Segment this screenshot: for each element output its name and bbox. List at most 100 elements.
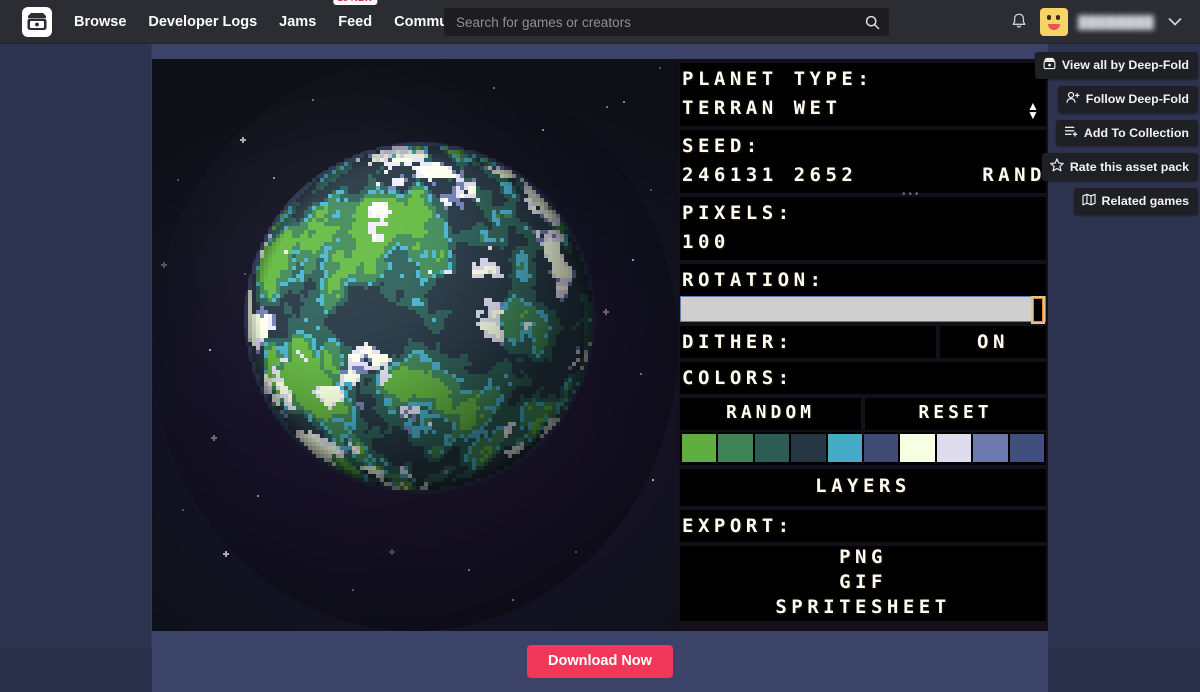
- color-swatch-9[interactable]: [1009, 434, 1045, 462]
- planet-sprite: [244, 142, 596, 494]
- top-navigation-bar: Browse Developer Logs Jams 16 NEW Feed C…: [0, 0, 1200, 44]
- colors-reset-label: RESET: [918, 402, 993, 423]
- star: [312, 99, 314, 101]
- color-swatch-8[interactable]: [973, 434, 1008, 462]
- nav-link-feed[interactable]: 16 NEW Feed: [333, 0, 377, 44]
- nav-link-feed-label: Feed: [338, 13, 373, 30]
- star: [240, 137, 246, 143]
- planet-type-section: PLANET TYPE: TERRAN WET ▲ ▼: [680, 63, 1046, 126]
- color-swatch-5[interactable]: [864, 434, 899, 462]
- pixels-label: PIXELS:: [682, 202, 794, 224]
- asset-action-buttons: View all by Deep-Fold Follow Deep-Fold A…: [1034, 52, 1198, 215]
- dither-label-box: DITHER:: [680, 326, 936, 358]
- star: [575, 551, 577, 553]
- color-swatch-1[interactable]: [718, 434, 753, 462]
- download-now-button[interactable]: Download Now: [527, 645, 673, 678]
- star: [244, 273, 246, 275]
- embed-top-strip: [152, 44, 1048, 59]
- colors-buttons: RANDOM RESET: [680, 398, 1046, 430]
- view-all-by-author-label: View all by Deep-Fold: [1061, 58, 1189, 72]
- star: [177, 179, 179, 181]
- planet-type-value: TERRAN WET: [682, 97, 842, 119]
- star: [257, 495, 259, 497]
- layers-label: LAYERS: [815, 475, 911, 497]
- feed-new-badge: 16 NEW: [333, 0, 377, 5]
- color-swatch-7[interactable]: [936, 434, 972, 462]
- seed-value[interactable]: 246131 2652: [680, 162, 980, 193]
- dither-label: DITHER:: [682, 331, 794, 353]
- star: [542, 129, 544, 131]
- section-dots: •••: [902, 189, 922, 200]
- search-bar[interactable]: [444, 8, 889, 36]
- star: [161, 262, 167, 268]
- left-gutter: [0, 44, 152, 648]
- star: [650, 189, 652, 191]
- star: [623, 101, 625, 103]
- star: [223, 551, 229, 557]
- rotation-slider-handle[interactable]: [1031, 296, 1045, 324]
- dither-value: ON: [977, 330, 1009, 353]
- nav-link-browse-label: Browse: [74, 13, 127, 30]
- follow-author-button[interactable]: Follow Deep-Fold: [1057, 86, 1198, 113]
- star: [640, 373, 642, 375]
- planet-preview-canvas[interactable]: [152, 59, 678, 631]
- color-swatch-0[interactable]: [682, 434, 717, 462]
- colors-reset-button[interactable]: RESET: [865, 398, 1046, 430]
- star: [352, 589, 354, 591]
- export-spritesheet-label: SPRITESHEET: [775, 596, 951, 618]
- pixels-value[interactable]: 100: [680, 229, 1046, 260]
- username-label[interactable]: ████████: [1078, 15, 1154, 30]
- avatar[interactable]: [1039, 8, 1068, 36]
- star: [606, 106, 608, 108]
- colors-label: COLORS:: [682, 367, 794, 389]
- export-gif-button[interactable]: GIF: [680, 571, 1046, 596]
- rotation-slider[interactable]: [680, 296, 1046, 324]
- layers-button[interactable]: LAYERS: [680, 469, 1046, 506]
- colors-section: COLORS:: [680, 362, 1046, 394]
- related-games-button[interactable]: Related games: [1073, 188, 1198, 215]
- storefront-icon: [1043, 57, 1056, 73]
- add-to-collection-button[interactable]: Add To Collection: [1055, 120, 1198, 146]
- export-label: EXPORT:: [682, 515, 794, 537]
- color-swatch-4[interactable]: [827, 434, 863, 462]
- planet-generator-embed[interactable]: PLANET TYPE: TERRAN WET ▲ ▼ SEED: 246131 …: [152, 59, 1048, 631]
- page-body: View all by Deep-Fold Follow Deep-Fold A…: [0, 44, 1200, 692]
- search-icon[interactable]: [855, 8, 889, 36]
- color-swatch-3[interactable]: [791, 434, 826, 462]
- star: [209, 349, 211, 351]
- color-swatch-row: [680, 432, 1046, 465]
- nav-link-developer-logs[interactable]: Developer Logs: [148, 0, 257, 44]
- follow-author-label: Follow Deep-Fold: [1085, 92, 1189, 106]
- star: [512, 599, 514, 601]
- nav-link-jams-label: Jams: [279, 13, 317, 30]
- star: [603, 309, 609, 315]
- nav-link-jams[interactable]: Jams: [279, 0, 316, 44]
- bell-icon[interactable]: [1008, 11, 1030, 33]
- rate-asset-pack-button[interactable]: Rate this asset pack: [1041, 153, 1198, 181]
- star-icon: [1050, 158, 1064, 175]
- nav-link-developer-logs-label: Developer Logs: [148, 13, 258, 30]
- chevron-down-icon[interactable]: [1164, 13, 1186, 31]
- user-plus-icon: [1066, 91, 1080, 107]
- dither-toggle[interactable]: ON: [940, 326, 1046, 358]
- colors-random-button[interactable]: RANDOM: [680, 398, 861, 430]
- list-plus-icon: [1064, 125, 1078, 140]
- star: [468, 569, 470, 571]
- seed-section: SEED: 246131 2652 RAND: [680, 130, 1046, 193]
- nav-link-browse[interactable]: Browse: [74, 0, 126, 44]
- colors-random-label: RANDOM: [725, 402, 816, 423]
- star: [273, 177, 275, 179]
- star: [652, 479, 654, 481]
- view-all-by-author-button[interactable]: View all by Deep-Fold: [1034, 52, 1198, 79]
- export-png-label: PNG: [839, 546, 887, 568]
- export-spritesheet-button[interactable]: SPRITESHEET: [680, 596, 1046, 621]
- color-swatch-2[interactable]: [754, 434, 790, 462]
- planet-type-select[interactable]: TERRAN WET ▲ ▼: [680, 95, 1046, 126]
- color-swatch-6[interactable]: [900, 434, 935, 462]
- export-png-button[interactable]: PNG: [680, 546, 1046, 571]
- rotation-label: ROTATION:: [682, 269, 826, 291]
- itch-io-logo-icon[interactable]: [22, 6, 52, 37]
- dither-section: DITHER: ON: [680, 326, 1046, 358]
- download-bar: Download Now: [152, 631, 1048, 692]
- search-input[interactable]: [444, 14, 855, 30]
